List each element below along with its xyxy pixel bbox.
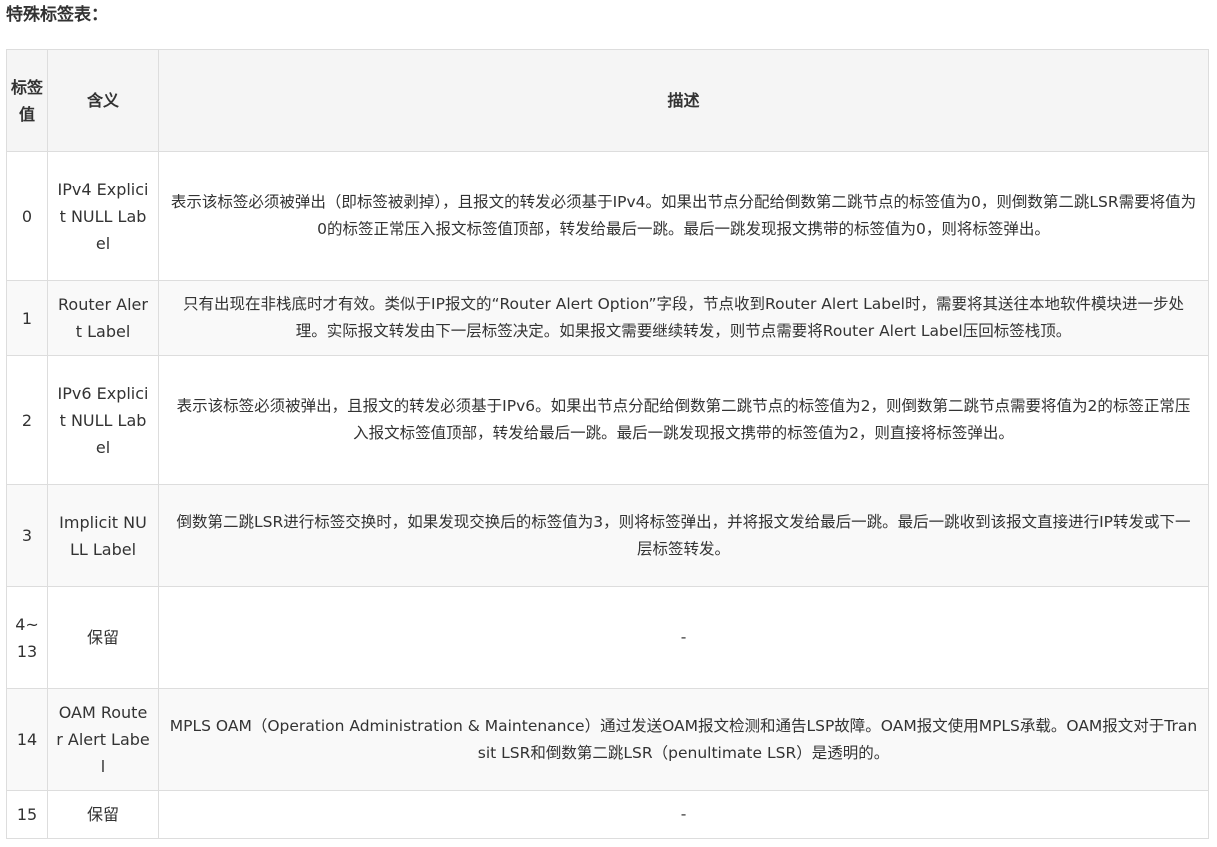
cell-meaning: Implicit NULL Label (47, 484, 159, 587)
table-row: 4~13 保留 - (6, 586, 1209, 689)
table-row: 3 Implicit NULL Label 倒数第二跳LSR进行标签交换时，如果… (6, 484, 1209, 587)
header-meaning: 含义 (47, 49, 159, 152)
cell-meaning: IPv6 Explicit NULL Label (47, 355, 159, 485)
table-header-row: 标签值 含义 描述 (6, 49, 1209, 152)
cell-label-value: 3 (6, 484, 48, 587)
cell-description: 表示该标签必须被弹出（即标签被剥掉），且报文的转发必须基于IPv4。如果出节点分… (158, 151, 1209, 281)
cell-label-value: 0 (6, 151, 48, 281)
cell-description: 只有出现在非栈底时才有效。类似于IP报文的“Router Alert Optio… (158, 280, 1209, 356)
header-label-value: 标签值 (6, 49, 48, 152)
cell-description: - (158, 790, 1209, 839)
table-row: 15 保留 - (6, 790, 1209, 839)
cell-label-value: 1 (6, 280, 48, 356)
table-row: 2 IPv6 Explicit NULL Label 表示该标签必须被弹出，且报… (6, 355, 1209, 485)
table-row: 1 Router Alert Label 只有出现在非栈底时才有效。类似于IP报… (6, 280, 1209, 356)
cell-description: 倒数第二跳LSR进行标签交换时，如果发现交换后的标签值为3，则将标签弹出，并将报… (158, 484, 1209, 587)
table-row: 14 OAM Router Alert Label MPLS OAM（Opera… (6, 688, 1209, 791)
page-title: 特殊标签表： (6, 5, 108, 25)
cell-meaning: 保留 (47, 790, 159, 839)
cell-meaning: 保留 (47, 586, 159, 689)
cell-description: 表示该标签必须被弹出，且报文的转发必须基于IPv6。如果出节点分配给倒数第二跳节… (158, 355, 1209, 485)
cell-description: - (158, 586, 1209, 689)
cell-label-value: 14 (6, 688, 48, 791)
table-row: 0 IPv4 Explicit NULL Label 表示该标签必须被弹出（即标… (6, 151, 1209, 281)
cell-meaning: IPv4 Explicit NULL Label (47, 151, 159, 281)
cell-label-value: 2 (6, 355, 48, 485)
header-description: 描述 (158, 49, 1209, 152)
cell-label-value: 4~13 (6, 586, 48, 689)
cell-label-value: 15 (6, 790, 48, 839)
cell-meaning: OAM Router Alert Label (47, 688, 159, 791)
cell-description: MPLS OAM（Operation Administration & Main… (158, 688, 1209, 791)
special-labels-table: 标签值 含义 描述 0 IPv4 Explicit NULL Label 表示该… (6, 49, 1209, 839)
cell-meaning: Router Alert Label (47, 280, 159, 356)
